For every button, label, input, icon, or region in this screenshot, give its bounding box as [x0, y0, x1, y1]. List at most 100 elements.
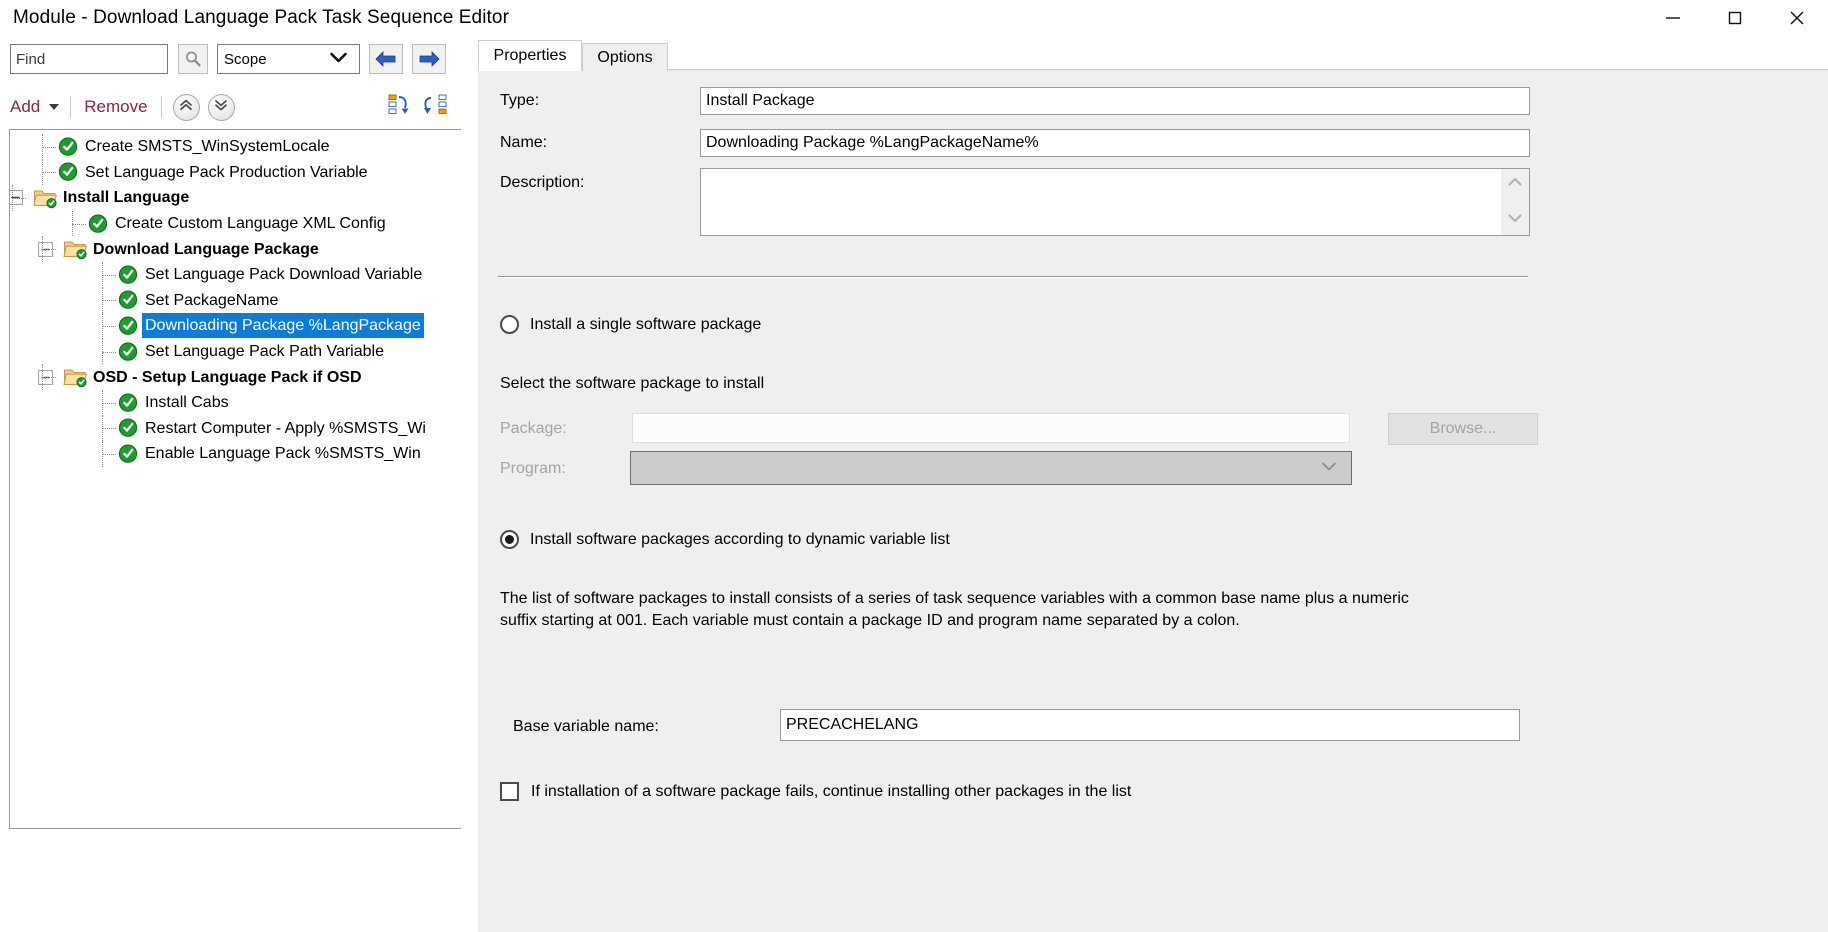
- tree-item-label: OSD - Setup Language Pack if OSD: [90, 365, 365, 390]
- radio-dynamic-dot: [505, 535, 514, 544]
- folder-check-icon: [62, 366, 90, 388]
- move-down-button[interactable]: [208, 94, 235, 121]
- close-button[interactable]: [1766, 0, 1828, 36]
- package-label: Package:: [500, 420, 567, 438]
- tree-item-3[interactable]: Create Custom Language XML Config: [10, 211, 461, 237]
- type-label: Type:: [500, 92, 700, 110]
- radio-single-label: Install a single software package: [530, 316, 761, 334]
- tree-connector: [102, 454, 116, 455]
- add-button[interactable]: Add: [8, 97, 42, 117]
- folder-check-icon: [32, 187, 60, 209]
- type-field-row: Type:: [500, 92, 700, 110]
- tree-item-10[interactable]: Install Cabs: [10, 390, 461, 416]
- program-dropdown[interactable]: [630, 451, 1352, 485]
- tree-connector: [102, 403, 116, 404]
- description-field-row: Description:: [500, 174, 700, 192]
- tab-options-label: Options: [597, 49, 652, 67]
- description-value: [701, 169, 1529, 177]
- program-selected-value: [631, 452, 1351, 464]
- tree-item-6[interactable]: Set PackageName: [10, 288, 461, 314]
- chevron-double-down-icon: [213, 97, 229, 118]
- tree-item-9[interactable]: OSD - Setup Language Pack if OSD: [10, 364, 461, 390]
- green-check-icon: [114, 417, 142, 439]
- base-variable-input[interactable]: [780, 709, 1520, 741]
- tree-item-2[interactable]: Install Language: [10, 185, 461, 211]
- type-input[interactable]: [700, 87, 1530, 115]
- window-controls: [1642, 0, 1828, 36]
- tree-item-label: Enable Language Pack %SMSTS_Win: [142, 441, 424, 466]
- description-scrollbar[interactable]: [1501, 169, 1529, 235]
- continue-on-fail-checkbox[interactable]: [500, 782, 519, 801]
- move-up-button[interactable]: [173, 94, 200, 121]
- chevron-double-up-icon: [178, 97, 194, 118]
- tree-item-label: Restart Computer - Apply %SMSTS_Wi: [142, 416, 429, 441]
- tree-connector: [42, 147, 56, 148]
- tree-item-label: Downloading Package %LangPackage: [142, 313, 424, 338]
- tree-connector: [42, 377, 56, 378]
- radio-dynamic-label: Install software packages according to d…: [530, 531, 950, 549]
- chevron-down-icon[interactable]: [1507, 211, 1523, 229]
- scope-selected-value: Scope: [224, 51, 267, 68]
- toolbar-divider-2: [161, 96, 162, 118]
- tree-item-label: Download Language Package: [90, 237, 322, 262]
- scope-dropdown[interactable]: Scope: [217, 44, 360, 74]
- remove-button[interactable]: Remove: [82, 97, 149, 117]
- maximize-button[interactable]: [1704, 0, 1766, 36]
- tree-item-label: Create SMSTS_WinSystemLocale: [82, 134, 333, 159]
- minimize-button[interactable]: [1642, 0, 1704, 36]
- chevron-up-icon[interactable]: [1507, 175, 1523, 193]
- tree-item-5[interactable]: Set Language Pack Download Variable: [10, 262, 461, 288]
- properties-panel: Type: Name: Description:: [478, 69, 1828, 932]
- green-check-icon: [114, 289, 142, 311]
- tab-properties[interactable]: Properties: [478, 40, 582, 71]
- tab-properties-label: Properties: [494, 47, 567, 65]
- green-check-icon: [84, 213, 112, 235]
- radio-install-dynamic-list[interactable]: Install software packages according to d…: [500, 530, 950, 549]
- tree-item-0[interactable]: Create SMSTS_WinSystemLocale: [10, 134, 461, 160]
- section-separator: [498, 276, 1528, 278]
- search-input[interactable]: [10, 44, 168, 74]
- radio-dynamic-indicator: [500, 530, 519, 549]
- add-dropdown-caret-icon[interactable]: [49, 104, 59, 110]
- base-variable-label: Base variable name:: [513, 718, 659, 736]
- name-label: Name:: [500, 134, 700, 152]
- program-label: Program:: [500, 460, 566, 478]
- tree-item-11[interactable]: Restart Computer - Apply %SMSTS_Wi: [10, 416, 461, 442]
- description-label: Description:: [500, 174, 700, 192]
- tree-item-label: Set PackageName: [142, 288, 281, 313]
- tree-item-8[interactable]: Set Language Pack Path Variable: [10, 339, 461, 365]
- magnifier-icon[interactable]: [178, 44, 208, 74]
- tree-connector: [102, 300, 116, 301]
- browse-button-label: Browse...: [1430, 420, 1497, 438]
- tree-item-4[interactable]: Download Language Package: [10, 236, 461, 262]
- name-field-row: Name:: [500, 134, 700, 152]
- tree-item-label: Create Custom Language XML Config: [112, 211, 389, 236]
- window-title-bar: Module - Download Language Pack Task Seq…: [0, 0, 1828, 36]
- tree-item-7[interactable]: Downloading Package %LangPackage: [10, 313, 461, 339]
- radio-single-indicator: [500, 315, 519, 334]
- tree-item-label: Set Language Pack Download Variable: [142, 262, 425, 287]
- green-check-icon: [114, 315, 142, 337]
- single-section-title: Select the software package to install: [500, 373, 764, 395]
- green-check-icon: [114, 443, 142, 465]
- tree-item-12[interactable]: Enable Language Pack %SMSTS_Win: [10, 441, 461, 467]
- name-input[interactable]: [700, 129, 1530, 157]
- task-sequence-tree[interactable]: Create SMSTS_WinSystemLocale Set Languag…: [9, 129, 461, 829]
- description-textarea[interactable]: [700, 168, 1530, 236]
- continue-on-fail-row[interactable]: If installation of a software package fa…: [500, 782, 1131, 801]
- navigate-back-button[interactable]: [369, 44, 403, 74]
- package-input[interactable]: [632, 413, 1350, 443]
- tree-item-label: Set Language Pack Path Variable: [142, 339, 387, 364]
- navigate-forward-button[interactable]: [412, 44, 446, 74]
- chevron-down-icon: [1321, 459, 1337, 477]
- radio-install-single-package[interactable]: Install a single software package: [500, 315, 761, 334]
- paste-steps-icon[interactable]: [423, 93, 449, 122]
- browse-button[interactable]: Browse...: [1388, 413, 1538, 445]
- green-check-icon: [114, 392, 142, 414]
- tree-connector: [72, 224, 86, 225]
- continue-on-fail-label: If installation of a software package fa…: [531, 783, 1131, 801]
- tree-item-1[interactable]: Set Language Pack Production Variable: [10, 160, 461, 186]
- right-pane: Properties Options Type: Name: Descripti…: [470, 36, 1828, 932]
- tab-options[interactable]: Options: [582, 43, 668, 71]
- copy-steps-icon[interactable]: [387, 93, 413, 122]
